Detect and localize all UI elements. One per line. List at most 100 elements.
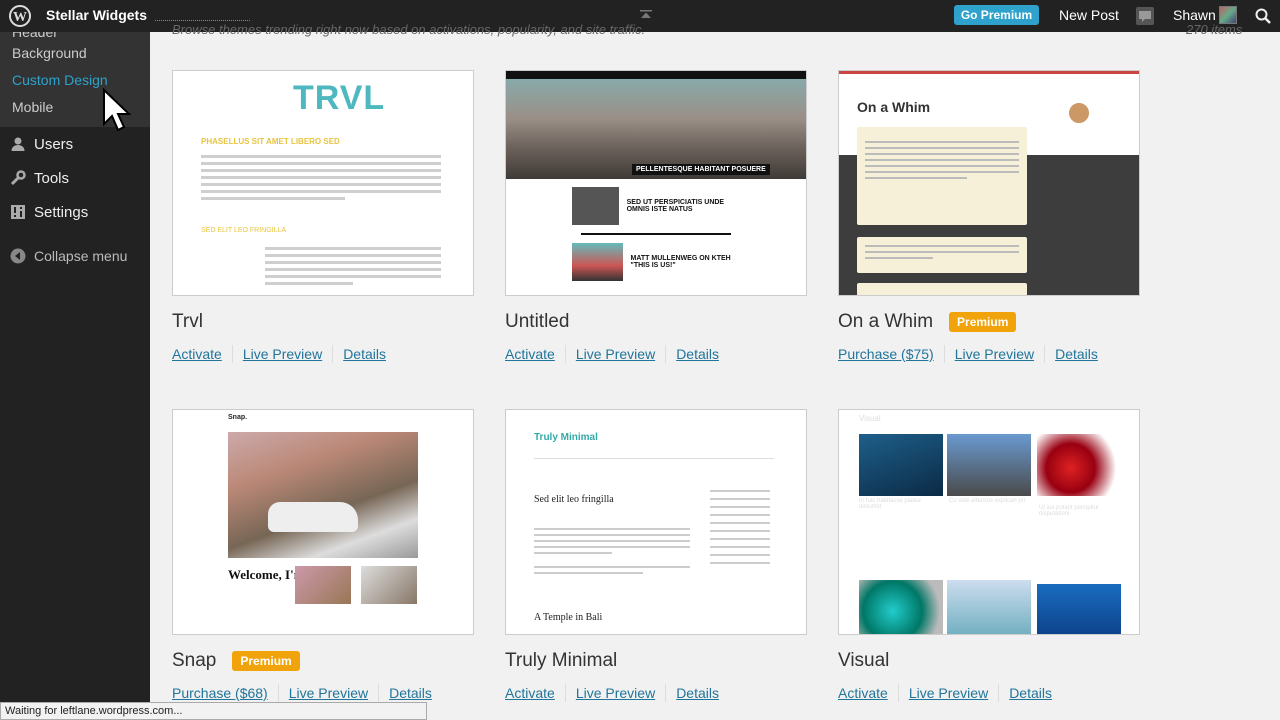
submenu-item-header[interactable]: Header: [0, 32, 150, 40]
thumb-heading: SED UT PERSPICIATIS UNDE OMNIS ISTE NATU…: [626, 199, 725, 213]
theme-screenshot[interactable]: Truly Minimal Sed elit leo fringilla A T…: [505, 409, 807, 635]
sidebar-item-label: Settings: [34, 203, 89, 221]
submenu-item-background[interactable]: Background: [0, 40, 150, 67]
theme-actions: Purchase ($68) Live Preview Details: [172, 684, 474, 702]
thumb-heading: In hac habitasse platea dictumst: [859, 498, 921, 510]
divider: [378, 684, 380, 702]
theme-name: On a Whim: [838, 311, 934, 332]
live-preview-link[interactable]: Live Preview: [955, 346, 1034, 362]
wordpress-logo-icon[interactable]: W: [8, 4, 32, 28]
divider: [665, 684, 667, 702]
details-link[interactable]: Details: [1055, 346, 1098, 362]
theme-card-truly-minimal: Truly Minimal Sed elit leo fringilla A T…: [505, 409, 807, 702]
premium-badge: Premium: [232, 651, 300, 671]
themes-description: Browse themes trending right now based o…: [172, 22, 646, 37]
sidebar-item-label: Users: [34, 135, 74, 153]
theme-card-snap: Snap. Welcome, I'm Snap. Snap Premium Pur…: [172, 409, 474, 702]
theme-screenshot[interactable]: TRVL PHASELLUS SIT AMET LIBERO SED SED E…: [172, 70, 474, 296]
activate-link[interactable]: Activate: [505, 685, 555, 701]
collapse-menu-label: Collapse menu: [34, 248, 128, 264]
thumb-heading: PELLENTESQUE HABITANT POSUERE: [632, 164, 770, 175]
collapse-left-icon: [10, 248, 26, 264]
divider: [564, 345, 566, 363]
theme-actions: Purchase ($75) Live Preview Details: [838, 345, 1140, 363]
thumb-logo: Visual: [859, 414, 881, 423]
theme-card-trvl: TRVL PHASELLUS SIT AMET LIBERO SED SED E…: [172, 70, 474, 363]
live-preview-link[interactable]: Live Preview: [576, 685, 655, 701]
thumb-logo: TRVL: [293, 79, 386, 117]
divider: [277, 684, 279, 702]
theme-screenshot[interactable]: PELLENTESQUE HABITANT POSUERE SED UT PER…: [505, 70, 807, 296]
theme-actions: Activate Live Preview Details: [172, 345, 474, 363]
divider: [564, 684, 566, 702]
details-link[interactable]: Details: [389, 685, 432, 701]
live-preview-link[interactable]: Live Preview: [289, 685, 368, 701]
divider: [998, 684, 1000, 702]
theme-card-on-a-whim: On a Whim On a Whim Premium Purchase ($75…: [838, 70, 1140, 363]
theme-card-visual: Visual In hac habitasse platea dictumst …: [838, 409, 1140, 702]
sidebar-item-settings[interactable]: Settings: [0, 195, 150, 229]
loading-progress: [155, 20, 250, 21]
theme-name: Trvl: [172, 311, 203, 332]
details-link[interactable]: Details: [676, 346, 719, 362]
theme-name: Snap: [172, 650, 217, 671]
thumb-avatar: [1067, 101, 1091, 125]
live-preview-link[interactable]: Live Preview: [909, 685, 988, 701]
sidebar-item-tools[interactable]: Tools: [0, 161, 150, 195]
divider: [943, 345, 945, 363]
divider: [897, 684, 899, 702]
activate-link[interactable]: Activate: [838, 685, 888, 701]
settings-icon: [10, 204, 26, 220]
browser-status-bar: Waiting for leftlane.wordpress.com...: [0, 702, 427, 720]
activate-link[interactable]: Activate: [172, 346, 222, 362]
thumb-heading: On a Whim: [857, 99, 931, 115]
premium-badge: Premium: [949, 312, 1017, 332]
details-link[interactable]: Details: [676, 685, 719, 701]
notifications-icon[interactable]: [1136, 7, 1154, 25]
themes-main: Browse themes trending right now based o…: [150, 22, 1280, 720]
thumb-text-lines: [265, 247, 441, 289]
divider: [665, 345, 667, 363]
collapse-up-icon[interactable]: [640, 10, 652, 20]
thumb-logo: Truly Minimal: [534, 432, 598, 443]
themes-count: 270 items: [1186, 22, 1243, 37]
details-link[interactable]: Details: [1009, 685, 1052, 701]
thumb-heading: PHASELLUS SIT AMET LIBERO SED: [201, 137, 340, 146]
thumb-heading: Ut ius putant percipitur disputationi: [1039, 505, 1100, 517]
live-preview-link[interactable]: Live Preview: [243, 346, 322, 362]
sidebar-item-label: Tools: [34, 169, 70, 187]
divider: [332, 345, 334, 363]
theme-name: Visual: [838, 650, 890, 671]
users-icon: [10, 136, 26, 152]
thumb-heading: Sed elit leo fringilla: [534, 494, 614, 505]
theme-screenshot[interactable]: On a Whim: [838, 70, 1140, 296]
theme-screenshot[interactable]: Snap. Welcome, I'm Snap.: [172, 409, 474, 635]
user-menu-name[interactable]: Shawn: [1173, 7, 1216, 23]
theme-name: Truly Minimal: [505, 650, 618, 671]
live-preview-link[interactable]: Live Preview: [576, 346, 655, 362]
svg-text:W: W: [13, 10, 27, 25]
theme-actions: Activate Live Preview Details: [838, 684, 1140, 702]
theme-card-untitled: PELLENTESQUE HABITANT POSUERE SED UT PER…: [505, 70, 807, 363]
new-post-link[interactable]: New Post: [1059, 7, 1119, 23]
admin-sidebar: Header Background Custom Design Mobile U…: [0, 32, 150, 720]
thumb-heading: SED ELIT LEO FRINGILLA: [201, 227, 287, 234]
thumb-logo: Snap.: [228, 414, 248, 421]
search-icon[interactable]: [1254, 7, 1272, 25]
thumb-heading: Cu vide albucius explicari pri: [949, 498, 1026, 504]
theme-name: Untitled: [505, 311, 570, 332]
theme-screenshot[interactable]: Visual In hac habitasse platea dictumst …: [838, 409, 1140, 635]
go-premium-button[interactable]: Go Premium: [954, 5, 1039, 25]
theme-actions: Activate Live Preview Details: [505, 684, 807, 702]
thumb-heading: MATT MULLENWEG ON KTEH "THIS IS US!": [630, 255, 731, 269]
details-link[interactable]: Details: [343, 346, 386, 362]
thumb-heading: A Temple in Bali: [534, 612, 603, 623]
purchase-link[interactable]: Purchase ($68): [172, 685, 268, 701]
divider: [231, 345, 233, 363]
divider: [1044, 345, 1046, 363]
activate-link[interactable]: Activate: [505, 346, 555, 362]
site-name-link[interactable]: Stellar Widgets: [46, 7, 147, 23]
theme-actions: Activate Live Preview Details: [505, 345, 807, 363]
purchase-link[interactable]: Purchase ($75): [838, 346, 934, 362]
collapse-menu-button[interactable]: Collapse menu: [0, 239, 150, 273]
